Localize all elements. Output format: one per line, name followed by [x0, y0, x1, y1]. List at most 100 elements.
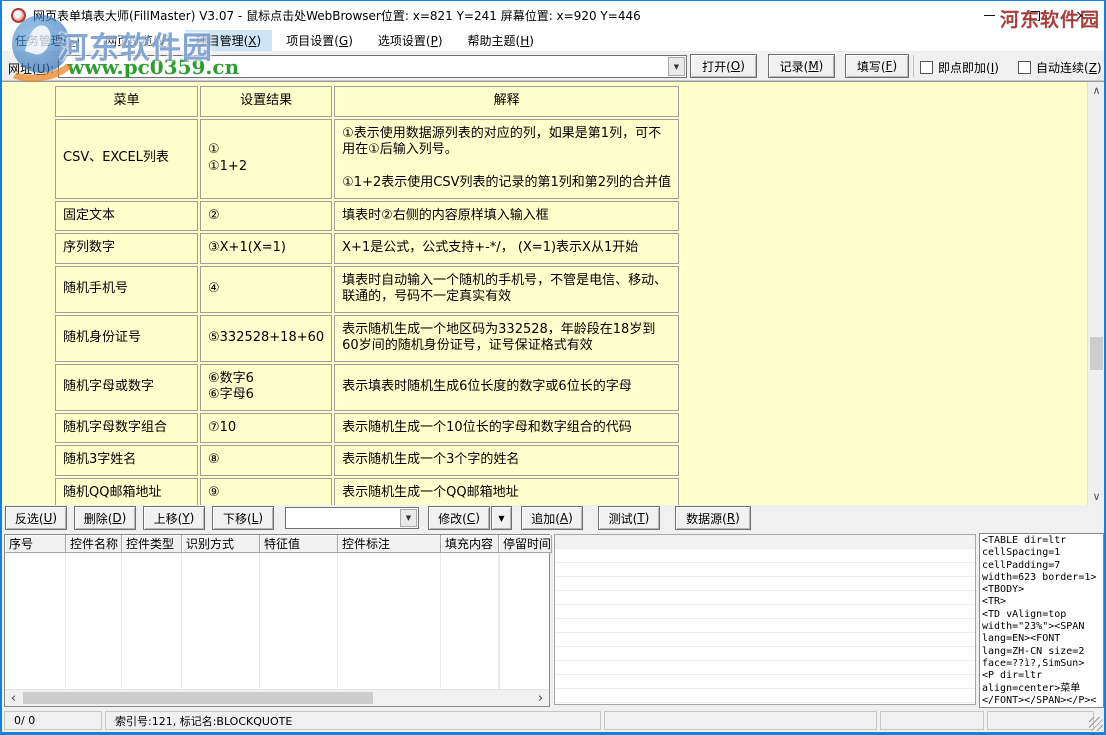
close-button[interactable]: × [1058, 1, 1104, 30]
horizontal-scrollbar[interactable]: ‹ › [5, 689, 549, 706]
grid-column-header[interactable]: 填充内容 [441, 535, 499, 553]
grid-column-header[interactable]: 控件标注 [338, 535, 441, 553]
scrollbar-thumb[interactable] [23, 692, 373, 704]
grid-column-header[interactable]: 控件类型 [122, 535, 182, 553]
checkbox-icon[interactable] [920, 61, 933, 74]
menu-item[interactable]: 帮助主题(H) [457, 30, 545, 51]
help-table: 菜单 设置结果 解释 CSV、EXCEL列表 ① ①1+2 ①表示使用数据源列表… [53, 84, 681, 505]
chevron-down-icon[interactable]: ▼ [400, 509, 417, 527]
title-bar[interactable]: 网页表单填表大师(FillMaster) V3.07 - 鼠标点击处WebBro… [2, 1, 1104, 30]
web-browser-view: 菜单 设置结果 解释 CSV、EXCEL列表 ① ①1+2 ①表示使用数据源列表… [2, 81, 1104, 505]
cell-menu: 随机QQ邮箱地址 [55, 478, 198, 506]
status-panel-4 [880, 711, 984, 730]
grid-column-line [182, 553, 260, 689]
add-on-click-label: 即点即加(I) [938, 59, 999, 76]
cell-setting: ② [200, 201, 332, 232]
table-row: 随机字母或数字 ⑥数字6 ⑥字母6 表示填表时随机生成6位长度的数字或6位长的字… [55, 364, 679, 411]
scroll-right-icon[interactable]: › [532, 690, 549, 706]
url-combobox[interactable]: www.pc0359.cn ▼ [58, 55, 687, 78]
cell-explain: 填表时自动输入一个随机的手机号，不管是电信、移动、联通的，号码不一定真实有效 [334, 266, 679, 313]
window-title: 网页表单填表大师(FillMaster) V3.07 - 鼠标点击处WebBro… [33, 7, 641, 24]
scroll-left-icon[interactable]: ‹ [5, 690, 22, 706]
cell-setting: ⑨ [200, 478, 332, 506]
table-row: CSV、EXCEL列表 ① ①1+2 ①表示使用数据源列表的对应的列，如果是第1… [55, 119, 679, 199]
help-header-explain: 解释 [334, 86, 679, 117]
cell-menu: CSV、EXCEL列表 [55, 119, 198, 199]
cell-explain: 表示随机生成一个10位长的字母和数字组合的代码 [334, 413, 679, 444]
listbox-first-row[interactable] [555, 535, 975, 548]
grid-column-header[interactable]: 特征值 [260, 535, 338, 553]
table-row: 随机字母数字组合 ⑦10 表示随机生成一个10位长的字母和数字组合的代码 [55, 413, 679, 444]
grid-column-line [499, 553, 500, 689]
scroll-down-icon[interactable]: ∨ [1088, 488, 1104, 505]
grid-column-line [441, 553, 499, 689]
cell-explain: 表示随机生成一个3个字的姓名 [334, 445, 679, 476]
grid-column-header[interactable]: 控件名称 [66, 535, 122, 553]
url-value: www.pc0359.cn [67, 55, 239, 79]
cell-explain: 表示随机生成一个地区码为332528，年龄段在18岁到60岁间的随机身份证号，证… [334, 315, 679, 362]
minimize-icon [984, 15, 995, 16]
grid-column-line [122, 553, 182, 689]
grid-column-header[interactable]: 识别方式 [182, 535, 260, 553]
scrollbar-thumb[interactable] [1090, 337, 1103, 370]
controls-grid: 序号 控件名称 控件类型 识别方式 特征值 控件标注 填充内容 停留时间 [4, 534, 550, 707]
record-listbox[interactable] [554, 534, 976, 705]
status-bar: 0/ 0 索引号:121, 标记名:BLOCKQUOTE [2, 709, 1104, 732]
element-info: 索引号:121, 标记名:BLOCKQUOTE [105, 711, 601, 730]
grid-column-header[interactable]: 序号 [5, 535, 66, 553]
auto-continue-checkbox[interactable]: 自动连续(Z) [1018, 59, 1102, 76]
modify-button[interactable]: 修改(C) [428, 506, 490, 530]
table-row: 随机3字姓名 ⑧ 表示随机生成一个3个字的姓名 [55, 445, 679, 476]
grid-column-line [66, 553, 122, 689]
cell-menu: 随机3字姓名 [55, 445, 198, 476]
menu-item[interactable]: 任务管理(S) [4, 30, 91, 51]
menu-item[interactable]: 项目设置(G) [275, 30, 364, 51]
record-counter: 0/ 0 [4, 711, 102, 730]
cell-explain: 表示随机生成一个QQ邮箱地址 [334, 478, 679, 506]
html-source-panel[interactable]: <TABLE dir=ltr cellSpacing=1 cellPadding… [979, 533, 1104, 708]
delete-button[interactable]: 删除(D) [74, 506, 136, 530]
checkbox-icon[interactable] [1018, 61, 1031, 74]
vertical-scrollbar[interactable]: ∧ ∨ [1087, 82, 1104, 505]
invert-selection-button[interactable]: 反选(U) [5, 506, 67, 530]
add-on-click-checkbox[interactable]: 即点即加(I) [920, 59, 999, 76]
move-up-button[interactable]: 上移(Y) [143, 506, 205, 530]
status-panel-5 [987, 711, 1094, 730]
fill-button[interactable]: 填写(F) [845, 54, 909, 78]
cell-menu: 随机身份证号 [55, 315, 198, 362]
resize-grip-icon[interactable] [1089, 717, 1103, 731]
fill-content-combobox[interactable]: ▼ [285, 507, 419, 529]
data-source-button[interactable]: 数据源(R) [675, 506, 751, 530]
grid-column-line [338, 553, 441, 689]
maximize-icon [1030, 11, 1040, 21]
scroll-up-icon[interactable]: ∧ [1088, 82, 1104, 99]
open-button[interactable]: 打开(O) [690, 54, 757, 78]
grid-header: 序号 控件名称 控件类型 识别方式 特征值 控件标注 填充内容 停留时间 [5, 535, 549, 553]
modify-dropdown-button[interactable]: ▼ [491, 506, 512, 530]
cell-setting: ⑦10 [200, 413, 332, 444]
cell-menu: 随机字母或数字 [55, 364, 198, 411]
cell-menu: 随机手机号 [55, 266, 198, 313]
move-down-button[interactable]: 下移(L) [212, 506, 274, 530]
grid-column-line [260, 553, 338, 689]
menu-item[interactable]: 项目管理(X) [185, 30, 273, 51]
record-button[interactable]: 记录(M) [768, 54, 835, 78]
cell-explain: ①表示使用数据源列表的对应的列，如果是第1列，可不用在①后输入列号。 ①1+2表… [334, 119, 679, 199]
cell-menu: 固定文本 [55, 201, 198, 232]
minimize-button[interactable] [966, 1, 1012, 30]
app-icon [11, 8, 26, 23]
menu-item[interactable]: 网页浏览(V) [94, 30, 182, 51]
cell-setting: ⑧ [200, 445, 332, 476]
chevron-down-icon[interactable]: ▼ [668, 57, 685, 76]
maximize-button[interactable] [1012, 1, 1058, 30]
append-button[interactable]: 追加(A) [521, 506, 583, 530]
test-button[interactable]: 测试(T) [598, 506, 660, 530]
bottom-region: 序号 控件名称 控件类型 识别方式 特征值 控件标注 填充内容 停留时间 [2, 532, 1104, 709]
status-panel-3 [604, 711, 877, 730]
app-window: 网页表单填表大师(FillMaster) V3.07 - 鼠标点击处WebBro… [0, 0, 1106, 735]
help-header-setting: 设置结果 [200, 86, 332, 117]
grid-column-header[interactable]: 停留时间 [499, 535, 552, 553]
table-row: 序列数字 ③X+1(X=1) X+1是公式，公式支持+-*/， (X=1)表示X… [55, 233, 679, 264]
grid-body[interactable] [5, 553, 549, 689]
menu-item[interactable]: 选项设置(P) [367, 30, 454, 51]
